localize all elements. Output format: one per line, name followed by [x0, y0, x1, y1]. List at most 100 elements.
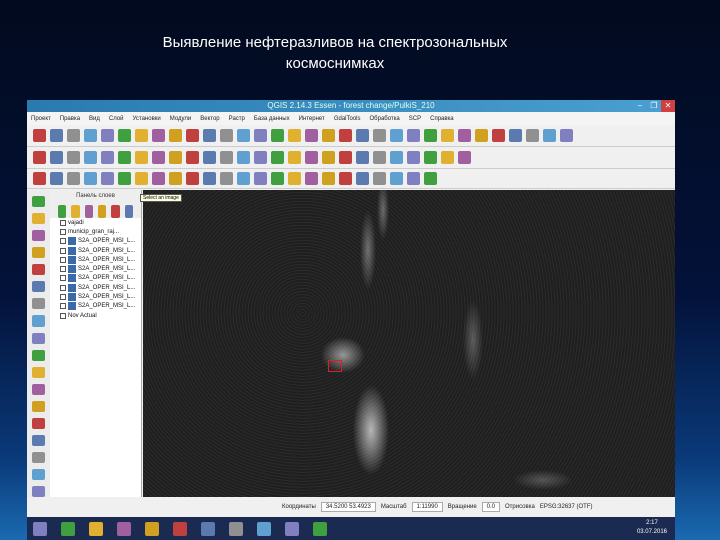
coords-field[interactable]: 34.5200 53.4923	[320, 502, 376, 512]
menu-item[interactable]: Растр	[229, 116, 245, 122]
menu-item[interactable]: GdalTools	[334, 116, 361, 122]
rotation-field[interactable]: 0.0	[481, 502, 501, 512]
tool-icon[interactable]	[152, 151, 165, 164]
tool-icon[interactable]	[67, 172, 80, 185]
tool-icon[interactable]	[118, 129, 131, 142]
tool-icon[interactable]	[305, 172, 318, 185]
layer-item[interactable]: S2A_OPER_MSI_L...	[50, 283, 141, 292]
tool-icon[interactable]	[101, 129, 114, 142]
menu-item[interactable]: Вектор	[200, 116, 219, 122]
tool-icon[interactable]	[271, 129, 284, 142]
tool-icon[interactable]	[84, 172, 97, 185]
tool-icon[interactable]	[32, 315, 45, 327]
layer-item[interactable]: S2A_OPER_MSI_L...	[50, 255, 141, 264]
tool-icon[interactable]	[101, 172, 114, 185]
tool-icon[interactable]	[424, 172, 437, 185]
tool-icon[interactable]	[424, 151, 437, 164]
tool-icon[interactable]	[458, 151, 471, 164]
tool-icon[interactable]	[543, 129, 556, 142]
layer-checkbox[interactable]	[60, 312, 66, 319]
tool-icon[interactable]	[441, 151, 454, 164]
tool-icon[interactable]	[32, 451, 45, 463]
tool-icon[interactable]	[237, 151, 250, 164]
tool-icon[interactable]	[257, 521, 271, 536]
tool-icon[interactable]	[58, 205, 67, 218]
tool-icon[interactable]	[424, 129, 437, 142]
tool-icon[interactable]	[373, 129, 386, 142]
tool-icon[interactable]	[220, 172, 233, 185]
tool-icon[interactable]	[89, 521, 103, 536]
tool-icon[interactable]	[186, 172, 199, 185]
tool-icon[interactable]	[271, 151, 284, 164]
tool-icon[interactable]	[186, 129, 199, 142]
tool-icon[interactable]	[475, 129, 488, 142]
menu-item[interactable]: Слой	[109, 116, 124, 122]
tool-icon[interactable]	[305, 151, 318, 164]
tool-icon[interactable]	[32, 332, 45, 344]
layer-item[interactable]: S2A_OPER_MSI_L...	[50, 292, 141, 302]
layer-checkbox[interactable]	[60, 238, 66, 245]
layer-item[interactable]: S2A_OPER_MSI_L...	[50, 274, 141, 283]
tool-icon[interactable]	[32, 264, 45, 276]
tool-icon[interactable]	[33, 129, 46, 142]
tool-icon[interactable]	[135, 129, 148, 142]
menu-item[interactable]: Установки	[133, 116, 161, 122]
layer-item[interactable]: S2A_OPER_MSI_L...	[50, 237, 141, 246]
tool-icon[interactable]	[50, 172, 63, 185]
tool-icon[interactable]	[322, 172, 335, 185]
tool-icon[interactable]	[407, 172, 420, 185]
tool-icon[interactable]	[152, 129, 165, 142]
tool-icon[interactable]	[32, 196, 45, 208]
tool-icon[interactable]	[173, 521, 187, 536]
tool-icon[interactable]	[201, 521, 215, 536]
menu-item[interactable]: База данных	[254, 116, 290, 122]
menu-item[interactable]: Обработка	[370, 116, 400, 122]
tool-icon[interactable]	[117, 521, 131, 536]
tool-icon[interactable]	[305, 129, 318, 142]
layer-checkbox[interactable]	[60, 266, 66, 273]
tool-icon[interactable]	[32, 469, 45, 481]
tool-icon[interactable]	[203, 129, 216, 142]
tool-icon[interactable]	[33, 521, 47, 536]
tool-icon[interactable]	[50, 129, 63, 142]
tool-icon[interactable]	[407, 151, 420, 164]
layer-checkbox[interactable]	[60, 219, 66, 226]
tool-icon[interactable]	[288, 151, 301, 164]
tool-icon[interactable]	[285, 521, 299, 536]
menu-item[interactable]: Правка	[60, 116, 80, 122]
tool-icon[interactable]	[322, 151, 335, 164]
tool-icon[interactable]	[509, 129, 522, 142]
tool-icon[interactable]	[118, 151, 131, 164]
tool-icon[interactable]	[101, 151, 114, 164]
tool-icon[interactable]	[229, 521, 243, 536]
tool-icon[interactable]	[32, 486, 45, 498]
tool-icon[interactable]	[169, 172, 182, 185]
tool-icon[interactable]	[526, 129, 539, 142]
tool-icon[interactable]	[33, 172, 46, 185]
crs-button[interactable]: EPSG:32637 (OTF)	[540, 504, 593, 510]
render-checkbox[interactable]: Отрисовка	[505, 504, 535, 510]
layer-checkbox[interactable]	[60, 294, 66, 301]
tool-icon[interactable]	[492, 129, 505, 142]
tool-icon[interactable]	[390, 172, 403, 185]
tool-icon[interactable]	[339, 172, 352, 185]
tool-icon[interactable]	[169, 151, 182, 164]
layer-item[interactable]: Nov Actual	[50, 311, 141, 320]
tool-icon[interactable]	[237, 129, 250, 142]
tool-icon[interactable]	[203, 151, 216, 164]
tool-icon[interactable]	[271, 172, 284, 185]
menu-item[interactable]: Модули	[170, 116, 192, 122]
menu-item[interactable]: Проект	[31, 116, 51, 122]
menu-item[interactable]: Справка	[430, 116, 454, 122]
tool-icon[interactable]	[118, 172, 131, 185]
tool-icon[interactable]	[61, 521, 75, 536]
maximize-button[interactable]: ❐	[647, 100, 661, 112]
tool-icon[interactable]	[254, 129, 267, 142]
tool-icon[interactable]	[254, 151, 267, 164]
tool-icon[interactable]	[32, 383, 45, 395]
layer-checkbox[interactable]	[60, 256, 66, 263]
tool-icon[interactable]	[390, 151, 403, 164]
tool-icon[interactable]	[50, 151, 63, 164]
tool-icon[interactable]	[135, 151, 148, 164]
tool-icon[interactable]	[254, 172, 267, 185]
